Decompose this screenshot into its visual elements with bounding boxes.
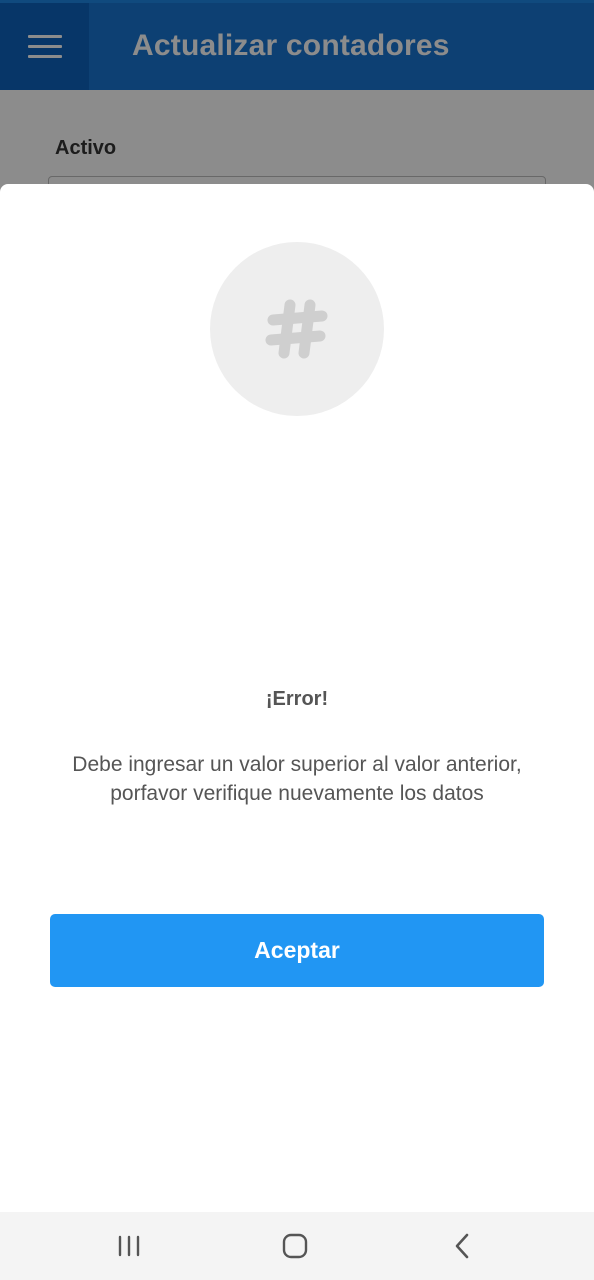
recent-apps-icon	[118, 1235, 140, 1257]
home-icon	[282, 1233, 308, 1259]
hashtag-icon	[265, 299, 328, 359]
dialog-message: Debe ingresar un valor superior al valor…	[72, 753, 522, 805]
error-dialog: ¡Error! Debe ingresar un valor superior …	[0, 184, 594, 1212]
back-icon	[455, 1233, 469, 1259]
home-button[interactable]	[255, 1212, 335, 1280]
system-nav-bar	[0, 1212, 594, 1280]
dialog-title: ¡Error!	[265, 688, 329, 710]
dialog-icon-circle	[210, 242, 384, 416]
accept-button[interactable]: Aceptar	[50, 914, 544, 987]
recent-apps-button[interactable]	[89, 1212, 169, 1280]
back-button[interactable]	[422, 1212, 502, 1280]
